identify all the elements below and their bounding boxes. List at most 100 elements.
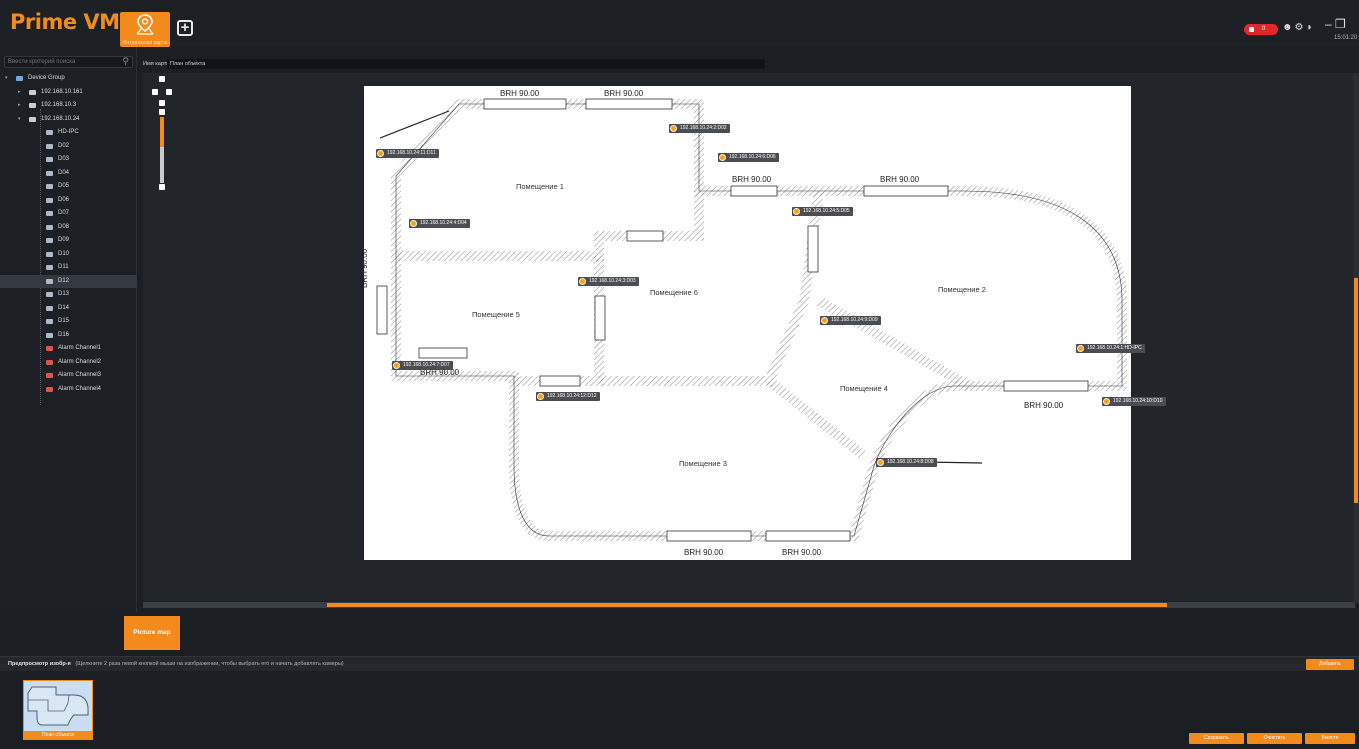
camera-node[interactable]: D11 xyxy=(0,261,137,275)
scroll-thumb[interactable] xyxy=(1354,278,1358,503)
camera-node[interactable]: D13 xyxy=(0,288,137,302)
alarm-count: 0 xyxy=(1262,26,1266,32)
camera-node[interactable]: HD-IPC xyxy=(0,126,137,140)
camera-label: 192.168.10.24:6:D06 xyxy=(729,154,776,160)
vertical-scrollbar[interactable] xyxy=(1353,73,1359,603)
camera-label: 192.168.10.24:12:D12 xyxy=(547,393,597,399)
tab-emap[interactable]: Интуальная карта xyxy=(120,12,170,47)
tree-node-label: Device Group xyxy=(28,75,65,81)
camera-label: 192.168.10.24:11:D11 xyxy=(387,150,436,156)
camera-node[interactable]: D08 xyxy=(0,221,137,235)
zoom-control[interactable] xyxy=(150,76,174,194)
window-controls: – ❐ xyxy=(1325,17,1346,31)
device-node[interactable]: ▾ 192.168.10.24 xyxy=(0,113,137,127)
camera-marker[interactable]: 192.168.10.24:9:D09 xyxy=(820,316,881,325)
gear-icon[interactable]: ⚙ xyxy=(1295,22,1306,33)
add-tab-button[interactable]: + xyxy=(177,20,193,36)
camera-icon xyxy=(46,211,53,216)
lock-icon[interactable]: ◑ xyxy=(1306,22,1314,33)
camera-icon xyxy=(821,317,828,324)
camera-node[interactable]: D09 xyxy=(0,234,137,248)
camera-icon xyxy=(46,143,53,149)
zoom-in-icon[interactable] xyxy=(159,109,165,115)
expand-arrow-icon[interactable]: ▸ xyxy=(18,99,21,113)
scroll-thumb[interactable] xyxy=(327,603,1167,607)
delete-button[interactable]: Вместе xyxy=(1305,733,1355,744)
tree-node-label: D16 xyxy=(58,331,70,338)
pan-up-icon[interactable] xyxy=(159,76,165,82)
tree-node-label: D08 xyxy=(58,223,70,230)
user-icon[interactable]: ☻ xyxy=(1282,22,1295,33)
map-name-field[interactable]: План объекта xyxy=(167,59,765,69)
nvr-icon xyxy=(29,103,36,108)
clear-button[interactable]: Очистить xyxy=(1247,733,1302,744)
camera-node[interactable]: D12 xyxy=(0,274,137,288)
alarm-node[interactable]: Alarm Channel4 xyxy=(0,383,137,397)
expand-arrow-icon[interactable]: ▸ xyxy=(18,86,21,100)
nvr-icon xyxy=(29,89,36,95)
restore-icon[interactable]: ❐ xyxy=(1335,17,1346,31)
camera-node[interactable]: D15 xyxy=(0,315,137,329)
camera-marker[interactable]: 192.168.10.24:11:D11 xyxy=(376,149,439,158)
camera-marker[interactable]: 192.168.10.24:2:D02 xyxy=(669,124,730,133)
camera-icon xyxy=(793,208,800,215)
tree-node-label: D07 xyxy=(58,210,70,216)
camera-marker[interactable]: 192.168.10.24:10:D10 xyxy=(1102,397,1166,406)
tree-node-label: Alarm Channel2 xyxy=(58,358,102,365)
camera-icon xyxy=(46,224,53,230)
alarm-node[interactable]: Alarm Channel3 xyxy=(0,369,137,383)
camera-marker[interactable]: 192.168.10.24:8:D08 xyxy=(876,458,937,467)
search-input[interactable]: Ввести критерий поиска ⚲ xyxy=(4,56,133,68)
pan-left-icon[interactable] xyxy=(152,89,158,95)
camera-node[interactable]: D05 xyxy=(0,180,137,194)
camera-marker[interactable]: 192.168.10.24:5:D05 xyxy=(792,207,853,216)
camera-node[interactable]: D04 xyxy=(0,167,137,181)
group-node[interactable]: ▾ Device Group xyxy=(0,72,137,86)
camera-icon xyxy=(410,220,417,227)
save-button[interactable]: Сохранить xyxy=(1189,733,1244,744)
expand-arrow-icon[interactable]: ▾ xyxy=(18,113,21,127)
add-button[interactable]: Добавить xyxy=(1306,659,1354,670)
pan-down-icon[interactable] xyxy=(159,100,165,106)
camera-marker[interactable]: 192.168.10.24:3:D03 xyxy=(578,277,639,286)
tree-node-label: D11 xyxy=(58,264,69,270)
horizontal-scrollbar[interactable] xyxy=(143,602,1355,608)
camera-node[interactable]: D06 xyxy=(0,194,137,208)
camera-icon xyxy=(719,154,726,161)
camera-marker[interactable]: 192.168.10.24:4:D04 xyxy=(409,219,470,228)
search-icon[interactable]: ⚲ xyxy=(122,56,129,66)
tree-node-label: Alarm Channel4 xyxy=(58,385,102,392)
camera-label: 192.168.10.24:9:D09 xyxy=(831,317,878,323)
camera-node[interactable]: D16 xyxy=(0,329,137,343)
minimize-icon[interactable]: – xyxy=(1325,17,1332,31)
device-node[interactable]: ▸ 192.168.10.3 xyxy=(0,99,137,113)
tree-node-label: HD-IPC xyxy=(58,129,79,135)
camera-label: 192.168.10.24:8:D08 xyxy=(887,459,934,465)
pan-right-icon[interactable] xyxy=(166,89,172,95)
camera-marker[interactable]: 192.168.10.24:7:D07 xyxy=(392,361,453,370)
alarm-icon xyxy=(46,346,53,351)
camera-icon xyxy=(877,459,884,466)
nvr-icon xyxy=(29,116,36,122)
camera-node[interactable]: D10 xyxy=(0,248,137,262)
expand-arrow-icon[interactable]: ▾ xyxy=(5,72,8,86)
tab-picture-map[interactable]: Picture map xyxy=(124,616,180,650)
map-thumbnail[interactable]: План объекта xyxy=(23,680,93,740)
alarm-node[interactable]: Alarm Channel2 xyxy=(0,356,137,370)
camera-marker[interactable]: 192.168.10.24:6:D06 xyxy=(718,153,779,162)
alarm-node[interactable]: Alarm Channel1 xyxy=(0,342,137,356)
zoom-out-icon[interactable] xyxy=(159,184,165,190)
camera-marker[interactable]: 192.168.10.24:1:HD-IPC xyxy=(1076,344,1145,353)
camera-icon xyxy=(46,170,53,176)
camera-node[interactable]: D07 xyxy=(0,207,137,221)
window-label: BRH 90.00 xyxy=(1024,401,1064,410)
camera-label: 192.168.10.24:3:D03 xyxy=(589,278,636,284)
camera-icon xyxy=(537,393,544,400)
camera-node[interactable]: D03 xyxy=(0,153,137,167)
alarm-counter-badge[interactable]: 0 xyxy=(1244,24,1278,35)
tree-node-label: D15 xyxy=(58,318,70,324)
camera-node[interactable]: D02 xyxy=(0,140,137,154)
camera-marker[interactable]: 192.168.10.24:12:D12 xyxy=(536,392,600,401)
camera-node[interactable]: D14 xyxy=(0,302,137,316)
device-node[interactable]: ▸ 192.168.10.161 xyxy=(0,86,137,100)
